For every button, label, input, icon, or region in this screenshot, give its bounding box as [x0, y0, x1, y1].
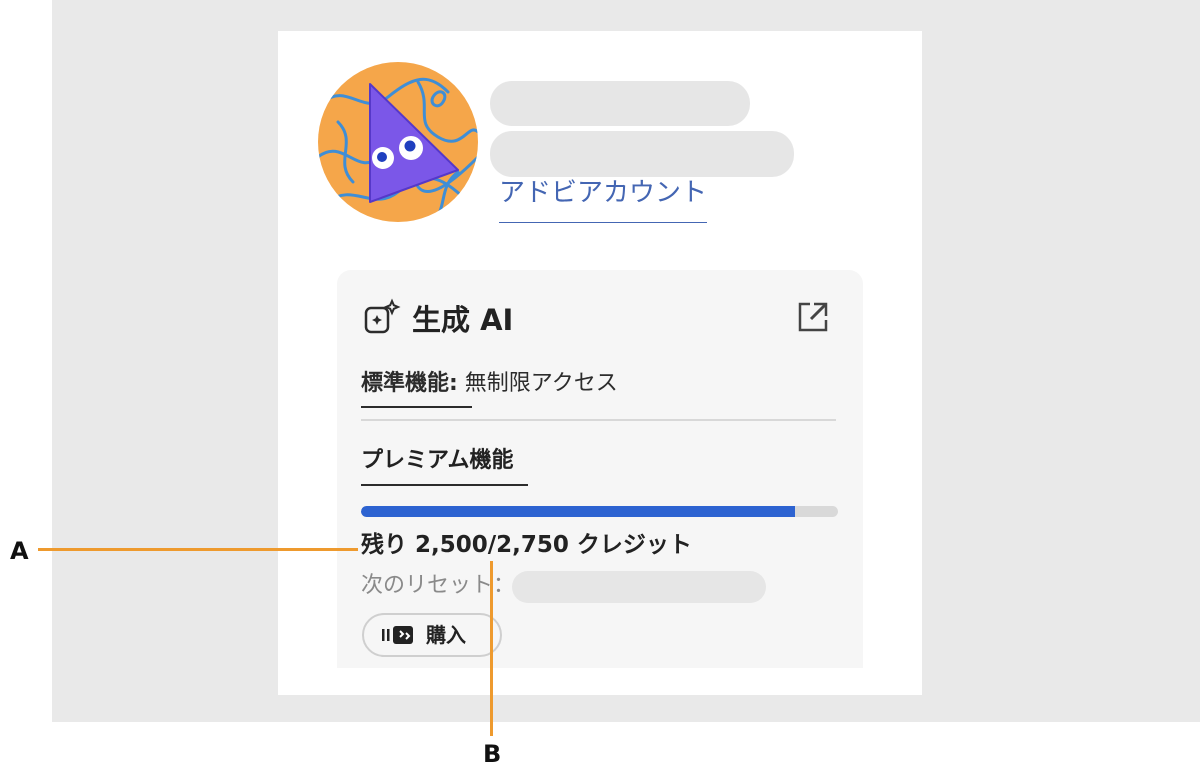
generative-ai-sparkle-icon — [362, 298, 402, 338]
name-placeholder — [490, 81, 750, 126]
callout-line-b — [490, 561, 493, 736]
premium-features-underline — [361, 484, 528, 486]
callout-label-a: A — [10, 537, 29, 565]
buy-credits-button[interactable]: 購入 — [362, 613, 502, 657]
credits-progress-bar — [361, 506, 838, 517]
standard-features-label: 標準機能: — [361, 371, 458, 396]
standard-features-underline — [361, 406, 472, 408]
avatar[interactable] — [318, 62, 478, 222]
divider — [361, 419, 836, 421]
email-placeholder — [490, 131, 794, 177]
standard-features-row: 標準機能: 無制限アクセス — [361, 369, 618, 399]
premium-features-label: プレミアム機能 — [361, 448, 514, 473]
open-external-icon[interactable] — [796, 300, 830, 334]
credits-icon — [382, 624, 416, 646]
credits-progress-fill — [361, 506, 795, 517]
reset-date-placeholder — [512, 571, 766, 603]
remaining-credits-text: 残り 2,500/2,750 クレジット — [361, 532, 692, 558]
callout-line-a — [38, 548, 358, 551]
standard-features-value: 無制限アクセス — [457, 371, 618, 396]
buy-button-label: 購入 — [426, 623, 466, 647]
callout-label-b: B — [483, 740, 502, 768]
generative-ai-title: 生成 AI — [412, 303, 514, 337]
adobe-account-link[interactable]: アドビアカウント — [499, 176, 708, 223]
